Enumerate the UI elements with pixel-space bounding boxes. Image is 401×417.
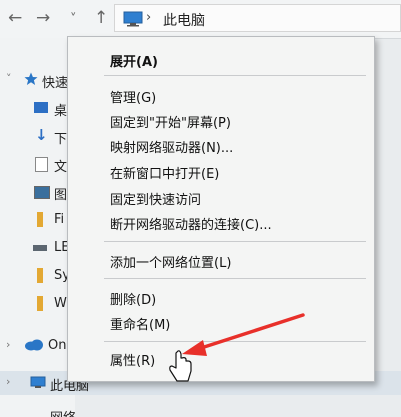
address-path: 此电脑 bbox=[163, 13, 205, 29]
menu-separator bbox=[104, 241, 366, 242]
nav-item-desktop[interactable]: 桌 bbox=[0, 96, 75, 120]
recent-locations-dropdown[interactable]: ˅ bbox=[70, 12, 77, 27]
nav-onedrive[interactable]: › On bbox=[0, 334, 75, 358]
nav-label: 网络 bbox=[50, 407, 75, 417]
download-arrow-icon: ↓ bbox=[35, 126, 48, 144]
nav-label: 桌 bbox=[54, 104, 68, 119]
nav-label: On bbox=[48, 338, 67, 353]
menu-separator bbox=[104, 341, 366, 342]
folder-icon bbox=[37, 296, 43, 311]
cloud-icon bbox=[25, 339, 43, 351]
menu-item-pin-to-start[interactable]: 固定到"开始"屏幕(P) bbox=[110, 112, 231, 134]
folder-icon bbox=[37, 212, 43, 227]
picture-icon bbox=[34, 186, 50, 199]
nav-item-pictures[interactable]: 图 bbox=[0, 180, 75, 204]
nav-item-folder-w[interactable]: W bbox=[0, 292, 75, 316]
computer-icon bbox=[30, 376, 46, 388]
menu-separator bbox=[104, 278, 366, 279]
chevron-right-icon[interactable]: › bbox=[6, 338, 10, 351]
context-menu: 展开(A) 管理(G) 固定到"开始"屏幕(P) 映射网络驱动器(N)... 在… bbox=[67, 36, 375, 382]
nav-label: 下 bbox=[54, 132, 68, 147]
chevron-right-icon[interactable]: › bbox=[146, 10, 151, 25]
navigation-pane: ˅ 快速 桌 ↓ 下 文 图 Fi LE Sy W › On › 此电脑 bbox=[0, 38, 401, 417]
menu-item-rename[interactable]: 重命名(M) bbox=[110, 314, 170, 336]
menu-item-open-new-window[interactable]: 在新窗口中打开(E) bbox=[110, 163, 219, 185]
folder-icon bbox=[37, 268, 43, 283]
nav-label: 快速 bbox=[42, 76, 69, 91]
up-button[interactable]: ↑ bbox=[94, 8, 108, 28]
address-bar[interactable]: › 此电脑 bbox=[114, 4, 401, 32]
nav-label: Fi bbox=[54, 212, 65, 227]
menu-item-manage[interactable]: 管理(G) bbox=[110, 87, 156, 109]
drive-icon bbox=[33, 245, 47, 251]
nav-label: 图 bbox=[54, 188, 68, 203]
menu-item-pin-quick-access[interactable]: 固定到快速访问 bbox=[110, 189, 201, 211]
nav-label: 文 bbox=[54, 160, 68, 175]
back-button[interactable]: ← bbox=[8, 8, 22, 28]
menu-item-expand[interactable]: 展开(A) bbox=[110, 51, 158, 73]
menu-item-delete[interactable]: 删除(D) bbox=[110, 289, 156, 311]
nav-item-folder-fi[interactable]: Fi bbox=[0, 208, 75, 232]
nav-quick-access[interactable]: ˅ 快速 bbox=[0, 68, 75, 92]
nav-label: W bbox=[54, 296, 67, 311]
computer-icon bbox=[123, 11, 143, 27]
nav-item-drive-le[interactable]: LE bbox=[0, 236, 75, 260]
nav-network[interactable]: 网络 bbox=[0, 407, 75, 417]
menu-item-properties[interactable]: 属性(R) bbox=[110, 350, 155, 372]
desktop-icon bbox=[34, 102, 48, 113]
nav-item-folder-sy[interactable]: Sy bbox=[0, 264, 75, 288]
star-icon bbox=[24, 72, 38, 85]
chevron-down-icon[interactable]: ˅ bbox=[6, 72, 12, 85]
menu-item-disconnect-network-drive[interactable]: 断开网络驱动器的连接(C)... bbox=[110, 214, 272, 236]
menu-item-map-network-drive[interactable]: 映射网络驱动器(N)... bbox=[110, 137, 233, 159]
chevron-right-icon[interactable]: › bbox=[6, 375, 10, 388]
forward-button[interactable]: → bbox=[36, 8, 50, 28]
address-toolbar: ← → ˅ ↑ › 此电脑 bbox=[0, 0, 401, 39]
nav-item-documents[interactable]: 文 bbox=[0, 152, 75, 176]
nav-item-downloads[interactable]: ↓ 下 bbox=[0, 124, 75, 148]
menu-item-add-network-location[interactable]: 添加一个网络位置(L) bbox=[110, 252, 231, 274]
document-icon bbox=[35, 157, 48, 172]
menu-separator bbox=[104, 75, 366, 76]
